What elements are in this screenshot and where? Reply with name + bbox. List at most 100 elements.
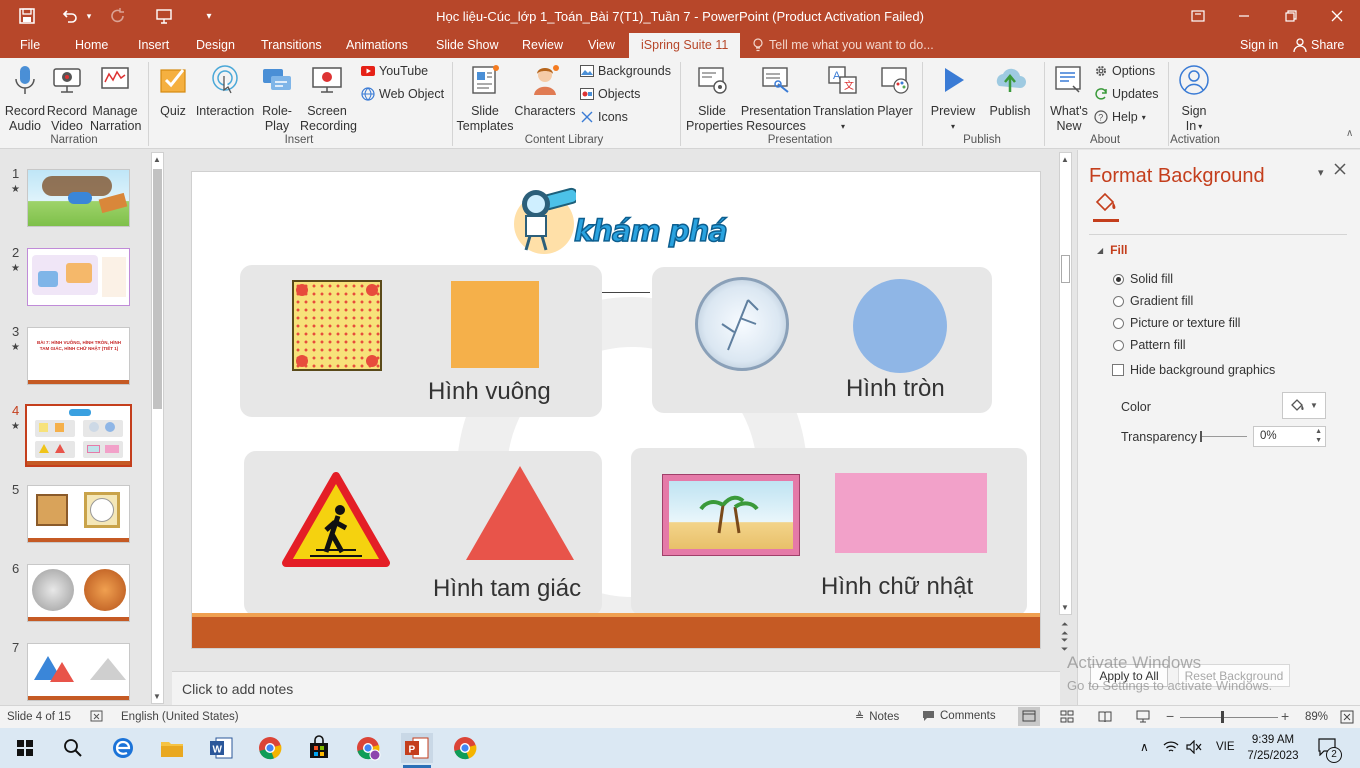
- transparency-slider-thumb[interactable]: [1200, 431, 1202, 442]
- tab-animations[interactable]: Animations: [346, 38, 408, 52]
- chrome-icon[interactable]: [255, 733, 285, 763]
- scroll-thumb[interactable]: [1061, 255, 1070, 283]
- zoom-slider-track[interactable]: [1180, 717, 1278, 718]
- updates-button[interactable]: Updates: [1094, 87, 1159, 101]
- interaction-button[interactable]: Interaction: [194, 64, 256, 119]
- zoom-in-button[interactable]: +: [1281, 708, 1289, 724]
- role-play-button[interactable]: Role- Play: [258, 64, 296, 134]
- sign-in-button[interactable]: Sign In ▾: [1174, 64, 1214, 134]
- slide-sorter-view-button[interactable]: [1060, 710, 1074, 726]
- tray-expand-icon[interactable]: ∧: [1140, 740, 1149, 754]
- tab-home[interactable]: Home: [75, 38, 108, 52]
- quiz-button[interactable]: Quiz: [156, 64, 190, 119]
- tab-transitions[interactable]: Transitions: [261, 38, 322, 52]
- store-icon[interactable]: [304, 733, 334, 763]
- ribbon-display-icon[interactable]: [1187, 6, 1209, 26]
- slide-canvas[interactable]: khám phá Hình vuông Hình tròn Hình tam g…: [191, 171, 1041, 649]
- player-button[interactable]: Player: [874, 64, 916, 119]
- search-icon[interactable]: [58, 733, 88, 763]
- language-indicator[interactable]: English (United States): [121, 711, 239, 723]
- web-object-button[interactable]: Web Object: [361, 87, 444, 101]
- thumbnail-scrollbar[interactable]: ▲ ▼: [151, 152, 164, 704]
- tab-file[interactable]: File: [20, 38, 40, 52]
- icons-button[interactable]: Icons: [580, 110, 628, 124]
- whats-new-button[interactable]: What's New: [1048, 64, 1090, 134]
- tab-ispring-suite[interactable]: iSpring Suite 11: [629, 33, 741, 58]
- publish-button[interactable]: Publish: [984, 64, 1036, 119]
- slide-thumbnail-3[interactable]: BÀI 7: HÌNH VUÔNG, HÌNH TRÒN, HÌNH TAM G…: [27, 327, 130, 385]
- solid-fill-radio[interactable]: Solid fill: [1113, 272, 1173, 286]
- collapse-ribbon-icon[interactable]: ∧: [1346, 128, 1353, 139]
- slide-properties-button[interactable]: Slide Properties: [686, 64, 743, 134]
- gradient-fill-radio[interactable]: Gradient fill: [1113, 294, 1193, 308]
- zoom-level[interactable]: 89%: [1305, 711, 1328, 723]
- transparency-slider-track[interactable]: [1201, 436, 1247, 437]
- scroll-down-icon[interactable]: ▼: [1061, 603, 1069, 612]
- scroll-down-icon[interactable]: ▼: [153, 692, 161, 701]
- preview-button[interactable]: Preview ▾: [928, 64, 978, 134]
- close-icon[interactable]: [1326, 6, 1348, 26]
- presentation-resources-button[interactable]: Presentation Resources: [740, 64, 812, 134]
- pane-options-dropdown-icon[interactable]: ▾: [1318, 166, 1324, 179]
- share-button[interactable]: Share: [1293, 38, 1344, 52]
- slide-thumbnail-1[interactable]: [27, 169, 130, 227]
- tab-review[interactable]: Review: [522, 38, 563, 52]
- fill-section-header[interactable]: ◢ Fill: [1097, 243, 1128, 257]
- powerpoint-icon[interactable]: P: [401, 733, 433, 763]
- minimize-icon[interactable]: [1233, 6, 1255, 26]
- options-button[interactable]: Options: [1094, 64, 1155, 78]
- backgrounds-button[interactable]: Backgrounds: [580, 64, 671, 78]
- slide-thumbnail-6[interactable]: [27, 564, 130, 622]
- slide-templates-button[interactable]: Slide Templates: [456, 64, 514, 134]
- slide-scrollbar[interactable]: ▲ ▼: [1059, 152, 1072, 615]
- word-icon[interactable]: W: [206, 733, 236, 763]
- transparency-input[interactable]: 0% ▲ ▼: [1253, 426, 1326, 447]
- chrome-profile-icon[interactable]: [353, 733, 383, 763]
- pane-close-icon[interactable]: [1334, 163, 1346, 178]
- zoom-slider-thumb[interactable]: [1221, 711, 1224, 723]
- restore-icon[interactable]: [1280, 6, 1302, 26]
- volume-muted-icon[interactable]: [1186, 739, 1202, 757]
- slide-thumbnail-2[interactable]: [27, 248, 130, 306]
- tab-insert[interactable]: Insert: [138, 38, 169, 52]
- record-video-button[interactable]: Record Video: [46, 64, 88, 134]
- scroll-thumb[interactable]: [153, 169, 162, 409]
- tab-slide-show[interactable]: Slide Show: [436, 38, 499, 52]
- characters-button[interactable]: Characters: [514, 64, 576, 119]
- scroll-up-icon[interactable]: ▲: [153, 155, 161, 164]
- slide-thumbnail-7[interactable]: [27, 643, 130, 701]
- network-icon[interactable]: [1163, 740, 1179, 757]
- youtube-button[interactable]: YouTube: [361, 64, 428, 78]
- pattern-fill-radio[interactable]: Pattern fill: [1113, 338, 1186, 352]
- manage-narration-button[interactable]: Manage Narration: [90, 64, 141, 134]
- file-explorer-icon[interactable]: [157, 733, 187, 763]
- slide-show-view-button[interactable]: [1136, 710, 1150, 726]
- spell-check-icon[interactable]: [90, 709, 104, 726]
- clock[interactable]: 9:39 AM 7/25/2023: [1240, 732, 1306, 764]
- reading-view-button[interactable]: [1098, 710, 1112, 726]
- edge-browser-icon[interactable]: [108, 733, 138, 763]
- picture-texture-fill-radio[interactable]: Picture or texture fill: [1113, 316, 1240, 330]
- sign-in-link[interactable]: Sign in: [1240, 38, 1278, 52]
- tab-design[interactable]: Design: [196, 38, 235, 52]
- comments-button[interactable]: Comments: [922, 710, 996, 722]
- windows-start-icon[interactable]: [10, 733, 40, 763]
- screen-recording-button[interactable]: Screen Recording: [300, 64, 357, 134]
- zoom-out-button[interactable]: −: [1166, 708, 1174, 724]
- record-audio-button[interactable]: Record Audio: [4, 64, 46, 134]
- chrome-window-icon[interactable]: [450, 733, 480, 763]
- translation-button[interactable]: A文 Translation ▾: [813, 64, 874, 134]
- notes-toggle-button[interactable]: ≜ Notes: [855, 710, 899, 724]
- scroll-up-icon[interactable]: ▲: [1061, 155, 1069, 164]
- fit-to-window-button[interactable]: [1340, 710, 1354, 727]
- spinner-icon[interactable]: ▲ ▼: [1315, 427, 1322, 445]
- fill-category-tab[interactable]: [1093, 192, 1119, 222]
- slide-thumbnail-4[interactable]: [25, 404, 132, 467]
- normal-view-button[interactable]: [1018, 707, 1040, 726]
- help-button[interactable]: ? Help ▾: [1094, 110, 1146, 124]
- notes-area[interactable]: Click to add notes: [172, 671, 1060, 705]
- objects-button[interactable]: Objects: [580, 87, 640, 101]
- color-picker-button[interactable]: ▼: [1282, 392, 1326, 419]
- tab-view[interactable]: View: [588, 38, 615, 52]
- slide-thumbnail-5[interactable]: [27, 485, 130, 543]
